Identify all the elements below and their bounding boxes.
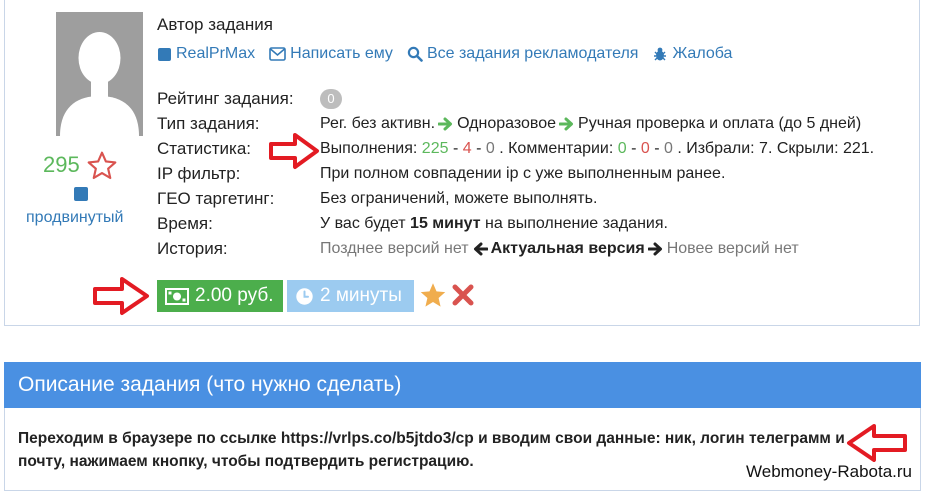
- complaint-label: Жалоба: [672, 45, 733, 62]
- task-rating-badge: 0: [320, 89, 342, 109]
- bug-icon: [654, 47, 667, 61]
- arrow-right-green-icon: [438, 117, 453, 131]
- comments-negative: 0: [640, 140, 650, 157]
- task-type-reg: Рег. без активн.: [320, 115, 436, 132]
- money-bill-icon: [165, 287, 189, 305]
- ip-row: IP фильтр: При полном совпадении ip с уж…: [157, 164, 725, 184]
- annotation-arrow-icon: [93, 277, 149, 315]
- square-icon: [158, 47, 171, 61]
- geo-label: ГЕО таргетинг:: [157, 189, 275, 208]
- annotation-arrow-icon: [269, 133, 319, 169]
- price-button[interactable]: 2.00 руб.: [157, 280, 283, 312]
- avatar[interactable]: [56, 12, 143, 136]
- stats-tail: . Избрали: 7. Скрыли: 221.: [677, 140, 875, 157]
- author-title: Автор задания: [157, 15, 273, 34]
- task-type-once: Одноразовое: [457, 115, 557, 132]
- completions-done: 225: [421, 140, 449, 157]
- comments-neutral: 0: [664, 140, 673, 157]
- complaint-link[interactable]: Жалоба: [652, 45, 732, 63]
- task-rating-row: Рейтинг задания: 0: [157, 89, 342, 109]
- geo-value: Без ограничений, можете выполнять.: [320, 190, 598, 207]
- author-name-link[interactable]: RealPrMax: [157, 45, 255, 63]
- price-label: 2.00 руб.: [195, 285, 274, 306]
- duration-label: 2 минуты: [320, 285, 402, 306]
- star-outline-icon: [87, 151, 117, 180]
- time-bold: 15 минут: [410, 215, 481, 232]
- completions-rejected: 4: [462, 140, 472, 157]
- all-tasks-link[interactable]: Все задания рекламодателя: [407, 45, 639, 63]
- task-type-manual: Ручная проверка и оплата (до 5 дней): [578, 115, 862, 132]
- history-prev[interactable]: Позднее версий нет: [320, 240, 469, 258]
- history-next[interactable]: Новее версий нет: [667, 240, 799, 258]
- time-label: Время:: [157, 214, 213, 233]
- author-links: RealPrMax Написать ему Все задания рекла…: [157, 45, 732, 63]
- task-rating-label: Рейтинг задания:: [157, 89, 294, 108]
- write-message-label: Написать ему: [290, 45, 393, 62]
- comments-label: . Комментарии:: [499, 140, 614, 157]
- task-type-row: Тип задания: Рег. без активн. Одноразово…: [157, 114, 861, 134]
- time-suffix: на выполнение задания.: [485, 215, 668, 232]
- comments-positive: 0: [617, 140, 627, 157]
- level-square-icon: [74, 187, 88, 201]
- ip-value: При полном совпадении ip с уже выполненн…: [320, 165, 726, 182]
- search-icon: [407, 46, 423, 62]
- description-header: Описание задания (что нужно сделать): [4, 362, 921, 408]
- history-current: Актуальная версия: [490, 240, 645, 257]
- watermark: Webmoney-Rabota.ru: [742, 462, 916, 482]
- user-silhouette-icon: [56, 12, 143, 136]
- completions-label: Выполнения:: [320, 140, 418, 157]
- envelope-icon: [269, 47, 286, 61]
- time-prefix: У вас будет: [320, 215, 406, 232]
- time-row: Время: У вас будет 15 минут на выполнени…: [157, 214, 668, 234]
- task-type-value: Рег. без активн. Одноразовое Ручная пров…: [320, 115, 861, 133]
- description-text: Переходим в браузере по ссылке https://v…: [18, 430, 845, 470]
- description-title: Описание задания (что нужно сделать): [18, 373, 402, 396]
- history-value: Позднее версий нет Актуальная версия Нов…: [320, 240, 799, 258]
- history-label: История:: [157, 239, 228, 258]
- task-type-label: Тип задания:: [157, 114, 260, 133]
- stats-row: Статистика: Выполнения: 225 - 4 - 0 . Ко…: [157, 139, 874, 159]
- stats-value: Выполнения: 225 - 4 - 0 . Комментарии: 0…: [320, 140, 875, 157]
- arrow-left-icon: [473, 242, 488, 256]
- clock-icon: [296, 287, 313, 305]
- completions-pending: 0: [485, 140, 495, 157]
- all-tasks-label: Все задания рекламодателя: [426, 45, 639, 62]
- author-rating: 295: [43, 152, 80, 177]
- time-value: У вас будет 15 минут на выполнение задан…: [320, 215, 668, 233]
- geo-row: ГЕО таргетинг: Без ограничений, можете в…: [157, 189, 597, 209]
- arrow-right-icon: [647, 242, 662, 256]
- favorite-star-icon[interactable]: [419, 282, 447, 309]
- history-row: История: Позднее версий нет Актуальная в…: [157, 239, 799, 259]
- author-name-label: RealPrMax: [176, 45, 256, 62]
- author-level[interactable]: продвинутый: [26, 209, 123, 227]
- duration-button[interactable]: 2 минуты: [287, 280, 414, 312]
- arrow-right-green-icon: [559, 117, 574, 131]
- write-message-link[interactable]: Написать ему: [269, 45, 393, 63]
- hide-x-icon[interactable]: [452, 284, 474, 306]
